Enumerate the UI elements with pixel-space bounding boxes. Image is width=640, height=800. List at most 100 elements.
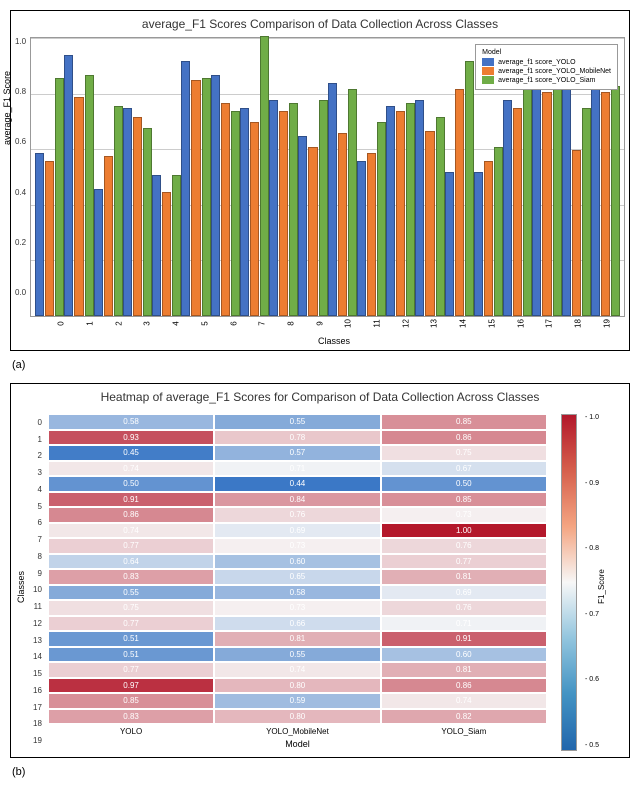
bar <box>221 103 230 316</box>
heatmap-cell: 0.55 <box>214 414 380 430</box>
heatmap-cell: 0.50 <box>381 476 547 492</box>
x-tick: 17 <box>535 319 564 328</box>
heatmap-cell: 0.81 <box>381 662 547 678</box>
bar <box>94 189 103 316</box>
bar <box>465 61 474 316</box>
colorbar: - 1.0- 0.9- 0.8- 0.7- 0.6- 0.5 F1_Score <box>561 414 575 749</box>
bar <box>406 103 415 316</box>
heatmap-cell: 0.86 <box>381 678 547 694</box>
bar <box>328 83 337 316</box>
bar <box>319 100 328 316</box>
heatmap-cell: 0.86 <box>381 430 547 446</box>
heatmap-cell: 0.44 <box>214 476 380 492</box>
bar <box>455 89 464 316</box>
y-tick: 0.2 <box>15 238 26 247</box>
bar <box>240 108 249 316</box>
bar <box>231 111 240 316</box>
bar <box>143 128 152 316</box>
heatmap-y-tick: 2 <box>33 448 44 465</box>
bar <box>494 147 503 316</box>
bar <box>123 108 132 316</box>
x-tick: 11 <box>363 319 392 328</box>
bar <box>513 108 522 316</box>
heatmap-y-tick: 6 <box>33 515 44 532</box>
heatmap-cell: 0.74 <box>381 693 547 709</box>
heatmap-y-tick: 18 <box>33 716 44 733</box>
bar <box>474 172 483 316</box>
y-tick: 0.6 <box>15 137 26 146</box>
x-tick: 19 <box>592 319 621 328</box>
heatmap-cell: 0.84 <box>214 492 380 508</box>
heatmap-y-tick: 3 <box>33 464 44 481</box>
bar <box>45 161 54 316</box>
x-tick: 10 <box>334 319 363 328</box>
bar <box>553 75 562 316</box>
heatmap-cell: 0.58 <box>48 414 214 430</box>
bar <box>572 150 581 316</box>
heatmap-cell: 0.76 <box>381 538 547 554</box>
heatmap-cell: 0.60 <box>381 647 547 663</box>
heatmap-cell: 0.67 <box>381 461 547 477</box>
bar <box>357 161 366 316</box>
heatmap-cell: 0.85 <box>381 414 547 430</box>
heatmap-y-tick: 1 <box>33 431 44 448</box>
bar-group <box>64 38 93 316</box>
bar <box>601 92 610 316</box>
heatmap-x-tick: YOLO <box>48 727 214 736</box>
bar-x-ticks: 012345678910111213141516171819 <box>43 319 625 328</box>
heatmap-cell: 0.97 <box>48 678 214 694</box>
x-tick: 5 <box>191 319 220 328</box>
legend-item-siam: average_f1 score_YOLO_Siam <box>482 76 611 84</box>
colorbar-tick: - 0.7 <box>585 611 599 618</box>
bar <box>377 122 386 316</box>
heatmap-cell: 0.81 <box>381 569 547 585</box>
heatmap-y-tick: 16 <box>33 682 44 699</box>
bar <box>162 192 171 316</box>
bar <box>523 89 532 316</box>
bar <box>289 103 298 316</box>
bar <box>415 100 424 316</box>
colorbar-tick: - 0.8 <box>585 545 599 552</box>
heatmap-cell: 0.71 <box>381 616 547 632</box>
heatmap-cell: 0.60 <box>214 554 380 570</box>
heatmap-cell: 0.77 <box>48 616 214 632</box>
bar-group <box>240 38 269 316</box>
heatmap-y-tick: 10 <box>33 582 44 599</box>
bar-group <box>415 38 444 316</box>
heatmap-cell: 0.58 <box>214 585 380 601</box>
heatmap-y-axis-label: Classes <box>16 570 26 602</box>
heatmap-cell: 0.71 <box>214 461 380 477</box>
bar-group <box>123 38 152 316</box>
heatmap-x-ticks: YOLOYOLO_MobileNetYOLO_Siam <box>48 727 547 736</box>
legend-swatch-icon <box>482 67 494 75</box>
bar <box>85 75 94 316</box>
bar-chart-container: average_F1 Scores Comparison of Data Col… <box>10 10 630 351</box>
bar <box>104 156 113 316</box>
bar <box>591 83 600 316</box>
bar <box>191 80 200 316</box>
bar-legend: Model average_f1 score_YOLO average_f1 s… <box>475 44 618 90</box>
caption-b: (b) <box>12 766 630 778</box>
bar-chart-title: average_F1 Scores Comparison of Data Col… <box>15 17 625 31</box>
bar-group <box>211 38 240 316</box>
x-tick: 16 <box>506 319 535 328</box>
x-tick: 3 <box>133 319 162 328</box>
bar <box>202 78 211 316</box>
heatmap-y-tick: 12 <box>33 615 44 632</box>
heatmap-cell: 0.91 <box>381 631 547 647</box>
heatmap-cell: 0.75 <box>381 445 547 461</box>
heatmap-y-axis: 012345678910111213141516171819 <box>33 414 44 749</box>
legend-item-mobilenet: average_f1 score_YOLO_MobileNet <box>482 67 611 75</box>
bar-group <box>35 38 64 316</box>
y-tick: 0.4 <box>15 188 26 197</box>
bar-group <box>94 38 123 316</box>
bar <box>348 89 357 316</box>
x-tick: 8 <box>277 319 306 328</box>
colorbar-label: F1_Score <box>597 569 606 604</box>
bar <box>172 175 181 316</box>
heatmap-cell: 0.82 <box>381 709 547 725</box>
heatmap-y-tick: 14 <box>33 649 44 666</box>
heatmap-y-tick: 0 <box>33 414 44 431</box>
legend-label: average_f1 score_YOLO <box>498 59 575 66</box>
bar-plot-area: Model average_f1 score_YOLO average_f1 s… <box>30 37 625 317</box>
